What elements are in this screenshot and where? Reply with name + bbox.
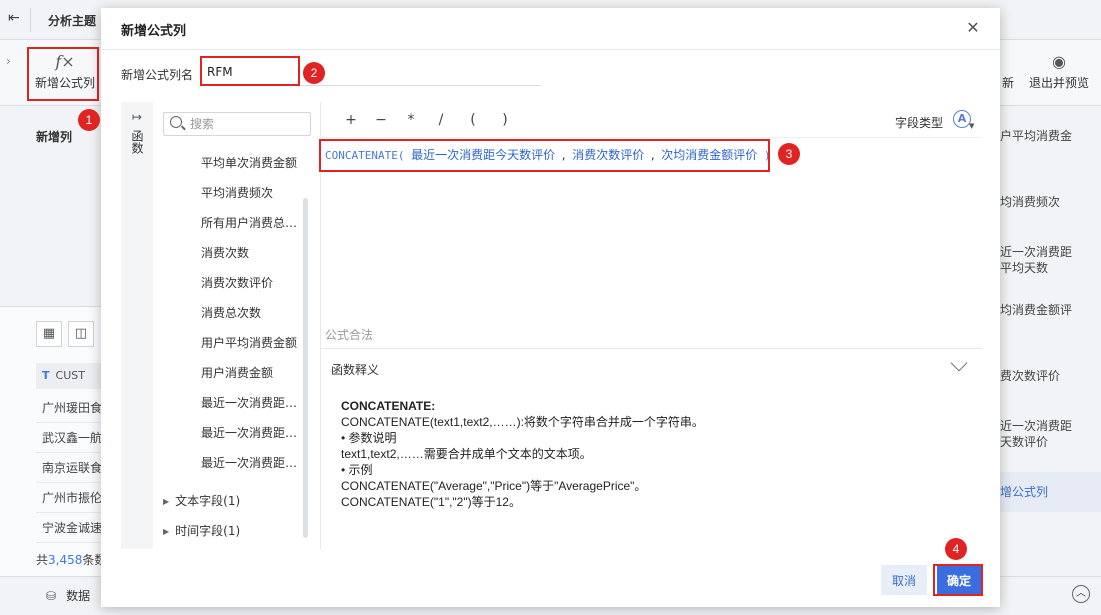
caret-right-icon: ▶ [163, 527, 170, 536]
function-def-line: CONCATENATE("1","2")等于12。 [341, 495, 521, 509]
function-definition-text: CONCATENATE: CONCATENATE(text1,text2,……)… [341, 398, 704, 510]
chevron-down-icon[interactable] [950, 354, 968, 372]
highlight-box-name-input [200, 56, 300, 86]
function-name: CONCATENATE: [341, 399, 436, 413]
collapse-up-icon[interactable]: ︿ [1072, 585, 1090, 603]
step-badge: 3 [778, 143, 800, 165]
field-search [163, 112, 311, 136]
highlight-box-formula [319, 139, 770, 172]
close-paren-operator[interactable]: ) [495, 112, 515, 128]
right-list-item[interactable]: 平均天数 [1000, 260, 1101, 276]
chevron-right-icon[interactable]: › [6, 54, 11, 68]
divider [30, 8, 31, 32]
right-list-item[interactable]: 天数评价 [1000, 434, 1101, 450]
right-list-item[interactable]: 近一次消费距 [1000, 418, 1101, 434]
update-button[interactable]: 新 [998, 50, 1018, 91]
field-item[interactable]: 消费次数评价 [153, 268, 303, 298]
right-list-item[interactable]: 费次数评价 [1000, 368, 1101, 384]
table-column-header[interactable]: T CUST [36, 363, 101, 389]
field-item[interactable]: 最近一次消费距… [153, 388, 303, 418]
field-search-input[interactable] [190, 115, 308, 133]
field-list-scrollbar[interactable] [303, 198, 308, 538]
function-sidebar-tab[interactable]: ↦ 函数 [121, 102, 153, 549]
formula-validity-status: 公式合法 [325, 328, 374, 342]
layout-view-icon[interactable]: ◫ [68, 321, 94, 347]
table-view-icon[interactable]: ▦ [36, 321, 62, 347]
database-icon: ⛁ [46, 589, 57, 603]
function-def-line: • 参数说明 [341, 431, 397, 445]
operator-bar: + − * / ( ) 字段类型 A ▼ [321, 102, 982, 138]
caret-right-icon: ▶ [163, 497, 170, 506]
cancel-button[interactable]: 取消 [881, 565, 927, 595]
exit-preview-label: 退出并预览 [1028, 76, 1089, 90]
divide-operator[interactable]: / [431, 112, 451, 128]
dialog-header: 新增公式列 ✕ [101, 8, 1000, 50]
data-tab[interactable]: ⛁ 数据 [46, 587, 90, 604]
function-definition-label: 函数释义 [331, 363, 380, 377]
dialog-title: 新增公式列 [121, 24, 187, 39]
add-formula-column-dialog: 新增公式列 ✕ 新增公式列名 ↦ 函数 平均单次消费金额 平均消费频次 所有用户… [101, 8, 1000, 607]
function-def-line: CONCATENATE("Average","Price")等于"Average… [341, 479, 647, 493]
right-list-item[interactable]: 户平均消费金 [1000, 128, 1101, 144]
app-left-panel: 新增列 ▦ ◫ T CUST 广州瑗田食 武汉鑫一航 南京运联食 广州市振伦 宁波金… [0, 106, 106, 576]
table-rows: 广州瑗田食 武汉鑫一航 南京运联食 广州市振伦 宁波金诚速 [36, 393, 101, 543]
step-badge: 1 [78, 109, 100, 131]
minus-operator[interactable]: − [371, 112, 391, 128]
update-label: 新 [1001, 76, 1014, 90]
step-badge: 4 [945, 538, 967, 560]
group-text-fields[interactable]: ▶ 文本字段(1) [163, 492, 240, 509]
field-item[interactable]: 消费总次数 [153, 298, 303, 328]
open-paren-operator[interactable]: ( [463, 112, 483, 128]
app-right-panel: 户平均消费金 均消费频次 近一次消费距 平均天数 均消费金额评 费次数评价 近一… [1000, 106, 1101, 576]
right-list-item[interactable]: 均消费金额评 [1000, 302, 1101, 318]
row-count: 共3,458条数 [36, 553, 107, 567]
field-panel: 平均单次消费金额 平均消费频次 所有用户消费总… 消费次数 消费次数评价 消费总… [153, 102, 319, 549]
field-item[interactable]: 平均消费频次 [153, 178, 303, 208]
function-definition-header[interactable]: 函数释义 [321, 348, 982, 384]
table-row: 广州瑗田食 [36, 393, 101, 423]
view-switcher: ▦ ◫ [36, 321, 100, 347]
table-row: 武汉鑫一航 [36, 423, 101, 453]
highlight-box-formula-button [27, 47, 99, 101]
plus-operator[interactable]: + [341, 112, 361, 128]
close-icon[interactable]: ✕ [963, 18, 983, 38]
field-type-label: 字段类型 [895, 116, 944, 130]
preview-eye-icon: ◉ [1052, 52, 1066, 71]
group-time-fields[interactable]: ▶ 时间字段(1) [163, 522, 240, 539]
field-item[interactable]: 用户平均消费金额 [153, 328, 303, 358]
table-row: 宁波金诚速 [36, 513, 101, 543]
new-column-section-label: 新增列 [36, 130, 73, 144]
right-list-item[interactable]: 近一次消费距 [1000, 244, 1101, 260]
search-icon [170, 116, 182, 128]
function-def-line: • 示例 [341, 463, 373, 477]
highlight-box-confirm [933, 564, 983, 596]
app-title: 分析主题 [48, 14, 97, 28]
expand-panel-icon: ↦ [131, 110, 143, 124]
table-row: 南京运联食 [36, 453, 101, 483]
back-icon[interactable]: ⇤ [8, 10, 20, 26]
right-list-item[interactable]: 均消费频次 [1000, 194, 1101, 210]
function-def-line: text1,text2,……需要合并成单个文本的文本项。 [341, 447, 592, 461]
text-type-icon: T [42, 369, 50, 382]
multiply-operator[interactable]: * [401, 112, 421, 128]
exit-preview-button[interactable]: ◉ 退出并预览 [1026, 50, 1092, 91]
step-badge: 2 [303, 62, 325, 84]
column-name-label: 新增公式列名 [121, 68, 194, 82]
dropdown-caret-icon[interactable]: ▼ [969, 122, 974, 130]
field-item[interactable]: 平均单次消费金额 [153, 148, 303, 178]
right-list-item-active[interactable]: 增公式列 [1000, 472, 1101, 512]
field-item[interactable]: 所有用户消费总… [153, 208, 303, 238]
field-item[interactable]: 用户消费金额 [153, 358, 303, 388]
field-list: 平均单次消费金额 平均消费频次 所有用户消费总… 消费次数 消费次数评价 消费总… [153, 148, 303, 478]
field-item[interactable]: 最近一次消费距… [153, 448, 303, 478]
function-def-line: CONCATENATE(text1,text2,……):将数个字符串合并成一个字… [341, 415, 704, 429]
data-preview-panel: ▦ ◫ T CUST 广州瑗田食 武汉鑫一航 南京运联食 广州市振伦 宁波金诚速 共… [0, 306, 106, 576]
field-item[interactable]: 最近一次消费距… [153, 418, 303, 448]
function-tab-label: 函数 [130, 130, 144, 154]
table-row: 广州市振伦 [36, 483, 101, 513]
field-item[interactable]: 消费次数 [153, 238, 303, 268]
